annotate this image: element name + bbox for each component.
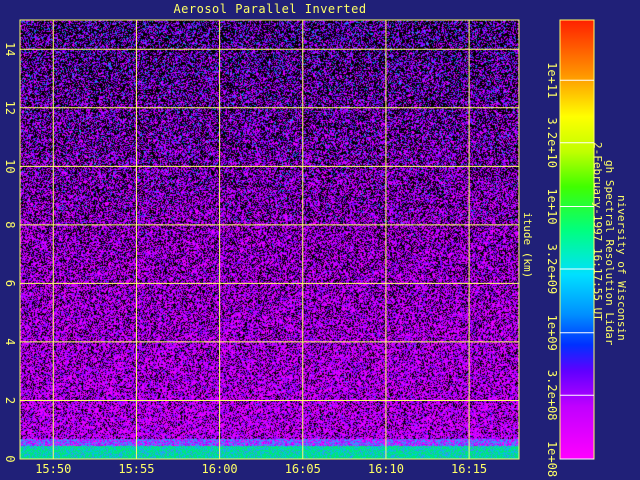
colorbar-tick-label: 1e+08 [545, 441, 559, 477]
institution-label: niversity of Wisconsin [615, 195, 628, 341]
x-tick-label: 15:55 [118, 462, 154, 476]
y-tick-label: 0 [3, 455, 17, 462]
colorbar-tick-label: 1e+10 [545, 188, 559, 224]
y-tick-label: 14 [3, 42, 17, 56]
colorbar-tick-label: 3.2e+08 [545, 370, 559, 421]
x-axis-ticks: 15:50 15:55 16:00 16:05 16:10 16:15 [35, 462, 487, 476]
y-tick-label: 6 [3, 280, 17, 287]
y-tick-label: 12 [3, 101, 17, 115]
x-tick-label: 16:15 [451, 462, 487, 476]
heatmap-raster [20, 20, 519, 459]
x-tick-label: 16:05 [285, 462, 321, 476]
colorbar-gradient [559, 19, 595, 460]
timestamp-label: 2-February-1997 16:17:55 UT [591, 142, 604, 321]
y-tick-label: 8 [3, 221, 17, 228]
heatmap-chart: 15:50 15:55 16:00 16:05 16:10 16:15 0 2 4 6 8 10 12… [3, 19, 595, 477]
colorbar-tick-label: 1e+09 [545, 315, 559, 351]
heatmap-canvas [20, 20, 519, 459]
colorbar-tick-label: 1e+11 [545, 62, 559, 98]
heatmap-cells [20, 20, 519, 459]
y-tick-label: 10 [3, 159, 17, 173]
instrument-label: gh Spectral Resolution Lidar [603, 160, 616, 346]
colorbar-tick-label: 3.2e+09 [545, 244, 559, 295]
chart-title: Aerosol Parallel Inverted [173, 2, 367, 16]
y-axis-label: itude (km) [521, 212, 534, 279]
y-tick-label: 2 [3, 397, 17, 404]
y-axis-ticks: 0 2 4 6 8 10 12 14 [3, 42, 17, 463]
x-tick-label: 15:50 [35, 462, 71, 476]
x-tick-label: 16:10 [368, 462, 404, 476]
x-tick-label: 16:00 [202, 462, 238, 476]
y-tick-label: 4 [3, 338, 17, 345]
colorbar-tick-label: 3.2e+10 [545, 117, 559, 168]
colorbar [559, 19, 595, 460]
